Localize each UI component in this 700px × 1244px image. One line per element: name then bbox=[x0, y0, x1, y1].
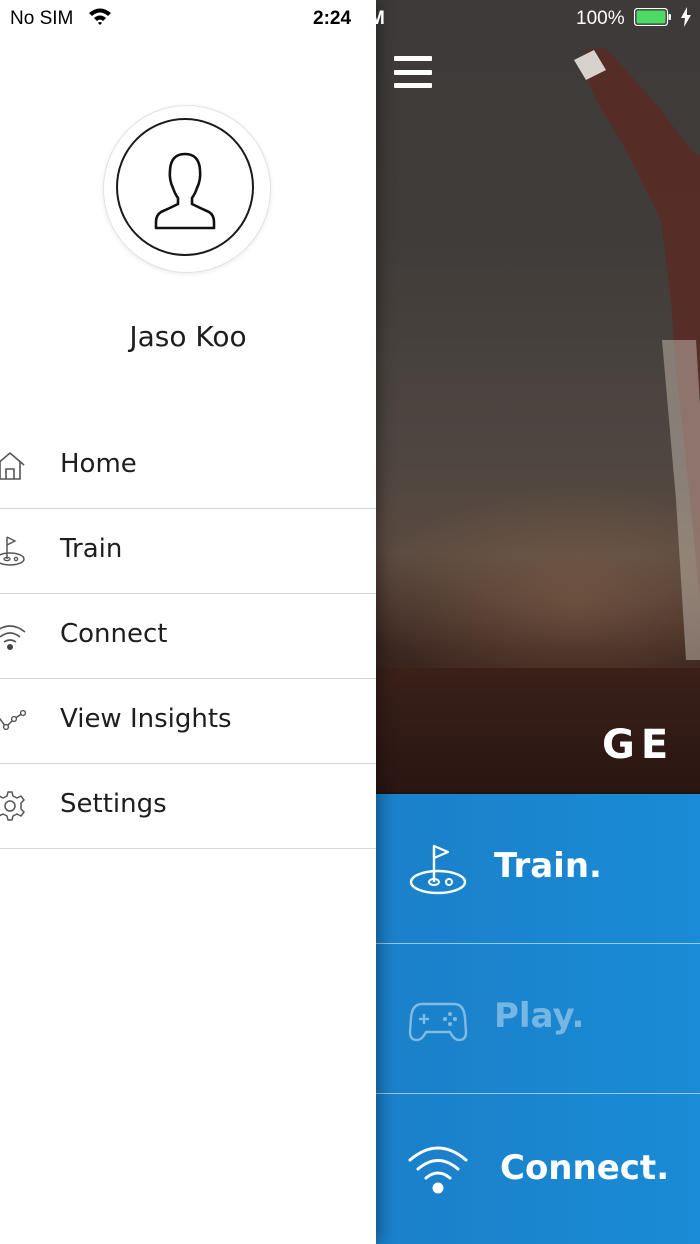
charging-icon bbox=[681, 7, 691, 27]
hamburger-line bbox=[394, 56, 432, 61]
gamepad-icon bbox=[408, 1002, 468, 1042]
clock: 2:24 PM bbox=[313, 8, 385, 30]
user-icon bbox=[154, 152, 216, 230]
status-bar: No SIM 2:24 PM 100% bbox=[0, 0, 700, 36]
avatar-ring bbox=[116, 118, 254, 256]
home-icon bbox=[0, 451, 25, 480]
menu-item-view-insights[interactable]: View Insights bbox=[0, 679, 376, 764]
drawer-menu: Home Train Connect View Insights Setting… bbox=[0, 424, 376, 849]
side-drawer: Jaso Koo Home Train Connect View Insight… bbox=[0, 0, 376, 1244]
brand-logo: GE bbox=[602, 722, 675, 768]
menu-item-label: Settings bbox=[60, 789, 167, 819]
menu-button[interactable] bbox=[394, 56, 432, 88]
play-tile-label: Play. bbox=[494, 996, 585, 1036]
carrier-label: No SIM bbox=[10, 8, 74, 29]
menu-item-label: Connect bbox=[60, 619, 168, 649]
avatar[interactable] bbox=[104, 106, 270, 272]
wifi-icon bbox=[0, 625, 26, 650]
train-tile-label: Train. bbox=[494, 846, 602, 886]
menu-item-settings[interactable]: Settings bbox=[0, 764, 376, 849]
golf-flag-icon bbox=[0, 536, 25, 566]
hero-image bbox=[376, 0, 700, 792]
golfer-silhouette bbox=[574, 48, 700, 660]
home-screen: GE Train. Play. Connect. bbox=[376, 0, 700, 1244]
menu-item-train[interactable]: Train bbox=[0, 509, 376, 594]
connect-tile-label: Connect. bbox=[500, 1148, 670, 1188]
wifi-signal-icon bbox=[89, 8, 111, 25]
hamburger-line bbox=[394, 69, 432, 75]
play-tile[interactable]: Play. bbox=[376, 944, 700, 1094]
train-tile[interactable]: Train. bbox=[376, 794, 700, 944]
golf-flag-icon bbox=[409, 844, 467, 895]
clock-time: 2:24 bbox=[313, 8, 352, 29]
connect-tile[interactable]: Connect. bbox=[376, 1094, 700, 1244]
clock-suffix: PM bbox=[351, 8, 385, 29]
menu-item-label: Home bbox=[60, 449, 137, 479]
wifi-icon bbox=[408, 1146, 468, 1194]
gear-icon bbox=[0, 791, 25, 821]
insights-icon bbox=[0, 709, 26, 731]
hamburger-line bbox=[394, 83, 432, 88]
menu-item-label: View Insights bbox=[60, 704, 232, 734]
menu-item-home[interactable]: Home bbox=[0, 424, 376, 509]
username: Jaso Koo bbox=[129, 320, 247, 353]
battery-icon bbox=[634, 8, 671, 26]
battery-percent: 100% bbox=[576, 8, 625, 29]
menu-item-connect[interactable]: Connect bbox=[0, 594, 376, 679]
menu-item-label: Train bbox=[60, 534, 123, 564]
